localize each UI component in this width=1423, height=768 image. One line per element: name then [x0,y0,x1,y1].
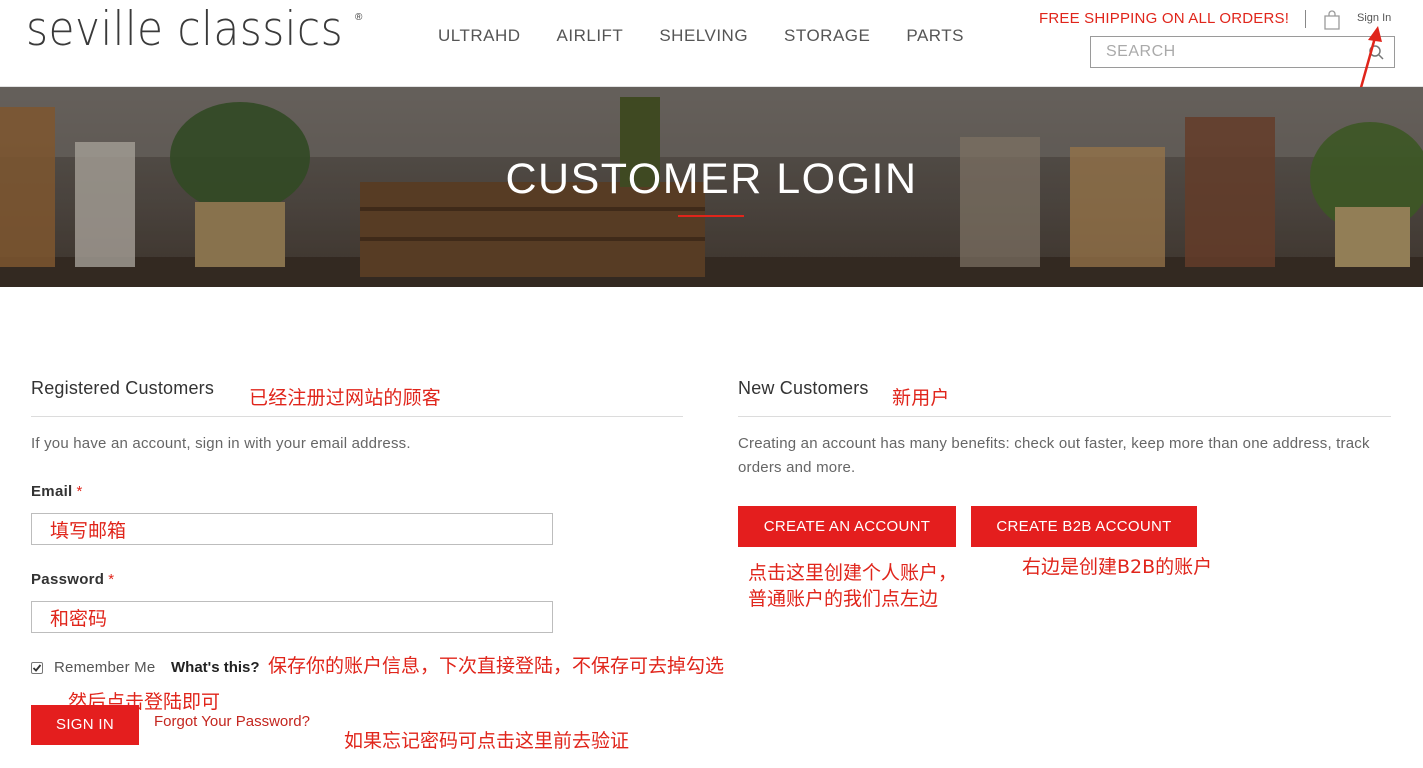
nav-item-airlift[interactable]: AIRLIFT [557,26,624,46]
email-label: Email * [31,483,83,500]
registered-mark: ® [355,12,363,23]
b2b-annotation: 右边是创建B2B的账户 [1022,556,1213,578]
email-field[interactable] [32,514,552,544]
main-nav: ULTRAHD AIRLIFT SHELVING STORAGE PARTS [420,26,982,46]
remember-me-label: Remember Me [54,659,156,676]
new-customers-heading: New Customers 新用户 [738,378,1391,417]
sign-in-link[interactable]: Sign In [1357,12,1391,24]
free-shipping-notice: FREE SHIPPING ON ALL ORDERS! [1039,10,1290,27]
create-account-button[interactable]: CREATE AN ACCOUNT [738,506,956,547]
registered-intro-text: If you have an account, sign in with you… [31,435,411,452]
new-customers-annotation: 新用户 [892,387,950,409]
sign-in-button[interactable]: SIGN IN [31,705,139,745]
new-customers-section: New Customers 新用户 Creating an account ha… [738,378,1391,480]
nav-item-storage[interactable]: STORAGE [784,26,870,46]
email-field-wrapper [31,513,553,545]
password-label: Password * [31,571,115,588]
header-divider [1305,10,1306,28]
registered-customers-title: Registered Customers [31,378,215,398]
title-underline [678,215,744,217]
whats-this-link[interactable]: What's this? [171,659,260,676]
registered-customers-section: Registered Customers 已经注册过网站的顾客 If you h… [31,378,683,456]
new-customers-intro-text: Creating an account has many benefits: c… [738,435,1370,476]
nav-item-ultrahd[interactable]: ULTRAHD [438,26,521,46]
nav-item-parts[interactable]: PARTS [906,26,964,46]
new-customers-title: New Customers [738,378,869,398]
remember-me-checkbox[interactable] [31,662,43,674]
create-b2b-account-button[interactable]: CREATE B2B ACCOUNT [971,506,1197,547]
forgot-password-link[interactable]: Forgot Your Password? [154,713,310,730]
create-account-annotation-line1: 点击这里创建个人账户， [748,562,958,584]
forgot-annotation: 如果忘记密码可点击这里前去验证 [344,730,630,752]
registered-customers-heading: Registered Customers 已经注册过网站的顾客 [31,378,683,417]
shopping-bag-icon[interactable] [1323,10,1341,30]
site-logo[interactable]: seville classics [26,2,343,57]
remember-annotation: 保存你的账户信息，下次直接登陆，不保存可去掉勾选 [268,655,725,677]
site-header: seville classics ® ULTRAHD AIRLIFT SHELV… [0,0,1423,87]
hero-banner: CUSTOMER LOGIN [0,87,1423,287]
checkmark-icon [32,664,42,672]
registered-annotation: 已经注册过网站的顾客 [249,387,442,409]
create-account-annotation-line2: 普通账户的我们点左边 [748,588,939,610]
page-title: CUSTOMER LOGIN [505,155,918,203]
password-field-wrapper [31,601,553,633]
nav-item-shelving[interactable]: SHELVING [659,26,748,46]
password-field[interactable] [32,602,552,632]
